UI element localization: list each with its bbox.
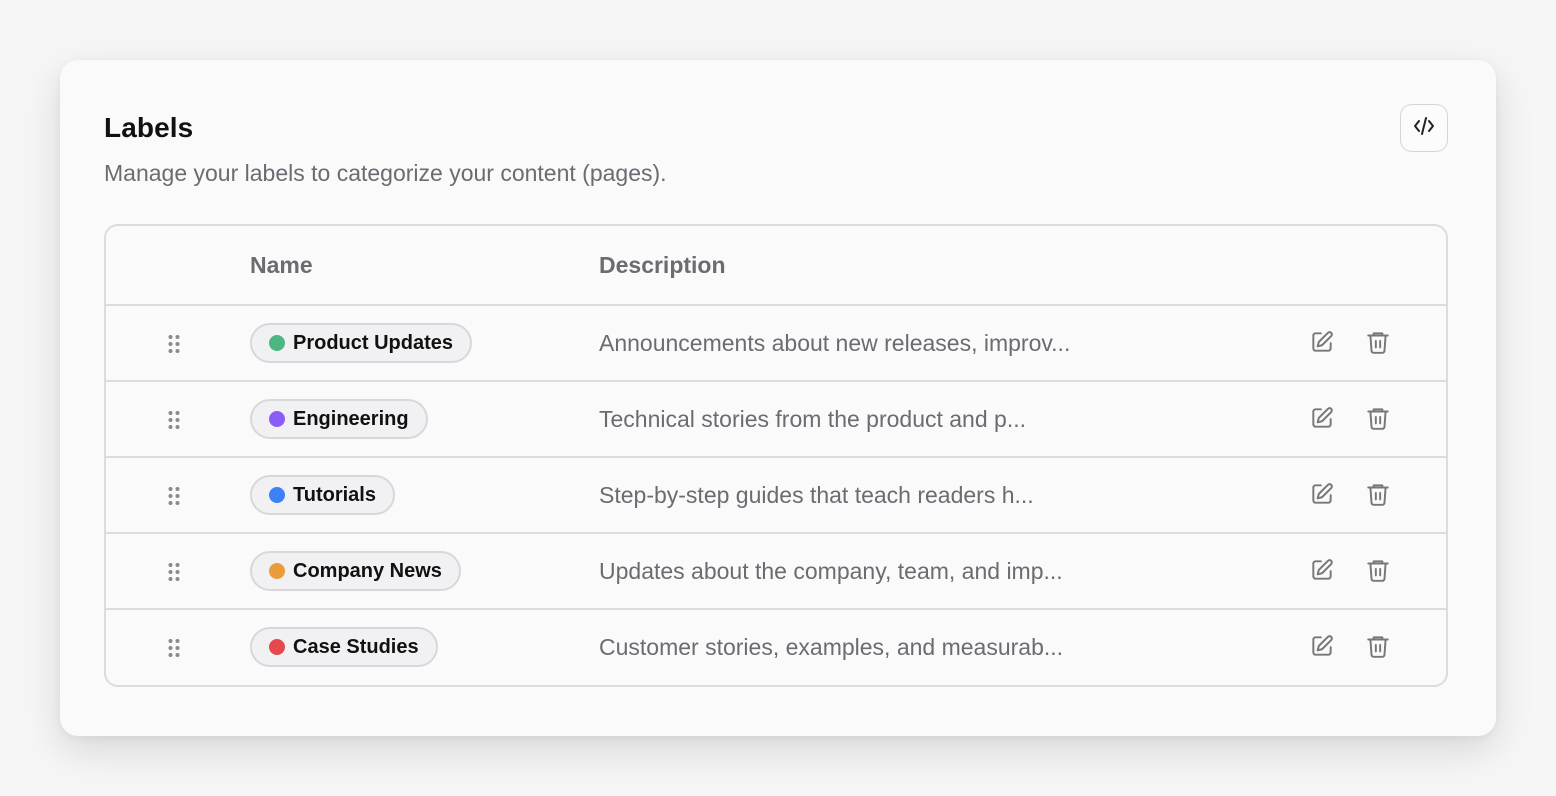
label-pill[interactable]: Case Studies xyxy=(250,627,438,667)
edit-icon xyxy=(1309,405,1335,436)
trash-icon xyxy=(1365,481,1391,512)
trash-icon xyxy=(1365,329,1391,360)
label-name: Company News xyxy=(293,559,442,582)
table-row: Case Studies Customer stories, examples,… xyxy=(106,610,1446,685)
label-description: Customer stories, examples, and measurab… xyxy=(599,633,1064,660)
drag-handle-icon[interactable] xyxy=(164,561,184,583)
delete-button[interactable] xyxy=(1363,481,1393,511)
edit-button[interactable] xyxy=(1307,557,1337,587)
label-description: Technical stories from the product and p… xyxy=(599,405,1026,432)
label-description: Updates about the company, team, and imp… xyxy=(599,557,1063,584)
edit-button[interactable] xyxy=(1307,329,1337,359)
label-color-dot xyxy=(269,411,285,427)
labels-card: Labels Manage your labels to categorize … xyxy=(60,60,1496,736)
code-icon xyxy=(1412,114,1436,143)
column-header-description: Description xyxy=(599,251,726,278)
label-name: Product Updates xyxy=(293,331,454,354)
label-pill[interactable]: Product Updates xyxy=(250,323,473,363)
table-header: Name Description xyxy=(106,226,1446,306)
page-title: Labels xyxy=(104,112,194,143)
label-color-dot xyxy=(269,487,285,503)
drag-handle-icon[interactable] xyxy=(164,485,184,507)
table-body: Product Updates Announcements about new … xyxy=(106,306,1446,685)
trash-icon xyxy=(1365,557,1391,588)
label-description: Announcements about new releases, improv… xyxy=(599,329,1071,356)
edit-icon xyxy=(1309,633,1335,664)
label-description: Step-by-step guides that teach readers h… xyxy=(599,481,1034,508)
edit-button[interactable] xyxy=(1307,405,1337,435)
delete-button[interactable] xyxy=(1363,329,1393,359)
delete-button[interactable] xyxy=(1363,405,1393,435)
labels-table: Name Description Product Updates Announc… xyxy=(104,224,1448,687)
view-code-button[interactable] xyxy=(1400,104,1448,152)
drag-handle-icon[interactable] xyxy=(164,333,184,355)
delete-button[interactable] xyxy=(1363,633,1393,663)
label-name: Engineering xyxy=(293,407,409,430)
drag-handle-icon[interactable] xyxy=(164,637,184,659)
label-color-dot xyxy=(269,563,285,579)
label-name: Case Studies xyxy=(293,635,419,658)
edit-button[interactable] xyxy=(1307,633,1337,663)
delete-button[interactable] xyxy=(1363,557,1393,587)
page-subtitle: Manage your labels to categorize your co… xyxy=(104,160,667,186)
label-color-dot xyxy=(269,335,285,351)
table-row: Product Updates Announcements about new … xyxy=(106,306,1446,382)
label-color-dot xyxy=(269,639,285,655)
edit-icon xyxy=(1309,557,1335,588)
label-pill[interactable]: Engineering xyxy=(250,399,428,439)
table-row: Tutorials Step-by-step guides that teach… xyxy=(106,458,1446,534)
edit-icon xyxy=(1309,481,1335,512)
edit-icon xyxy=(1309,329,1335,360)
trash-icon xyxy=(1365,633,1391,664)
label-pill[interactable]: Tutorials xyxy=(250,475,395,515)
edit-button[interactable] xyxy=(1307,481,1337,511)
label-pill[interactable]: Company News xyxy=(250,551,461,591)
label-name: Tutorials xyxy=(293,483,376,506)
table-row: Company News Updates about the company, … xyxy=(106,534,1446,610)
column-header-name: Name xyxy=(250,251,313,278)
drag-handle-icon[interactable] xyxy=(164,409,184,431)
table-row: Engineering Technical stories from the p… xyxy=(106,382,1446,458)
trash-icon xyxy=(1365,405,1391,436)
